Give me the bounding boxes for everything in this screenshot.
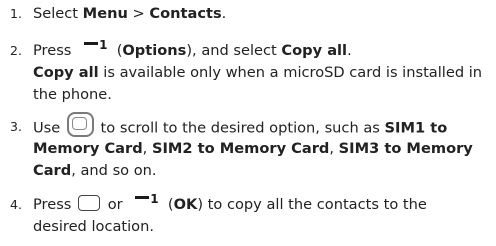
sim3-option-cont: Card xyxy=(33,162,72,179)
step-text: Press or 1 (OK) to copy all the contacts… xyxy=(33,192,427,235)
step-text: Select Menu > Contacts. xyxy=(33,5,227,22)
step-text: Press 1 (Options), and select Copy all. … xyxy=(33,38,483,103)
step-number: 3. xyxy=(10,119,22,134)
menu-term: Menu xyxy=(82,5,128,22)
sim1-option-cont: Memory Card xyxy=(33,140,143,157)
sim2-option: SIM2 to Memory Card xyxy=(151,140,330,157)
ok-term: OK xyxy=(173,196,198,213)
right-softkey-icon: 1 xyxy=(84,38,110,58)
sim3-option: SIM3 to Memory xyxy=(338,140,473,157)
instruction-list: 1. Select Menu > Contacts. 2. Press 1 (O… xyxy=(0,0,496,246)
copy-all-term: Copy all xyxy=(281,42,348,59)
step-number: 2. xyxy=(10,43,22,58)
copy-all-note-term: Copy all xyxy=(33,64,99,81)
options-term: Options xyxy=(122,42,187,59)
step-number: 1. xyxy=(10,6,22,21)
navigation-key-icon xyxy=(66,112,94,137)
sim1-option: SIM1 to xyxy=(384,119,448,137)
right-softkey-icon: 1 xyxy=(135,192,161,212)
ok-key-icon xyxy=(78,194,101,212)
step-number: 4. xyxy=(10,197,22,212)
contacts-term: Contacts xyxy=(149,5,222,22)
step-text: Use to scroll to the desired option, suc… xyxy=(33,112,495,182)
